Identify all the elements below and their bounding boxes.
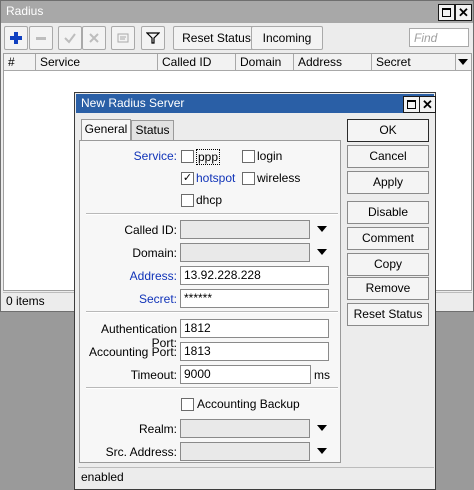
enable-button[interactable]: [58, 26, 82, 50]
close-icon: ✕: [458, 5, 469, 20]
item-count: 0 items: [6, 294, 45, 308]
column-header-secret[interactable]: Secret: [372, 54, 456, 70]
comment-button[interactable]: Comment: [347, 227, 429, 250]
filter-icon: [146, 32, 160, 44]
accounting-port-input[interactable]: 1813: [180, 342, 329, 361]
service-login-checkbox[interactable]: [242, 150, 255, 163]
address-input[interactable]: 13.92.228.228: [180, 266, 329, 285]
column-header-called-id[interactable]: Called ID: [158, 54, 236, 70]
restore-icon: [442, 8, 451, 17]
dialog-status-text: enabled: [81, 470, 124, 484]
service-hotspot-label[interactable]: hotspot: [196, 171, 235, 185]
minus-icon: [36, 37, 46, 40]
service-label: Service:: [133, 149, 177, 163]
plus-icon: [10, 32, 22, 44]
column-header-address[interactable]: Address: [294, 54, 372, 70]
domain-dropdown-icon[interactable]: [317, 249, 327, 255]
accounting-backup-checkbox[interactable]: [181, 398, 194, 411]
dialog-close-button[interactable]: ✕: [419, 96, 436, 113]
service-dhcp-label[interactable]: dhcp: [196, 193, 222, 207]
check-icon: [64, 33, 76, 44]
ok-button[interactable]: OK: [347, 119, 429, 142]
tab-general[interactable]: General: [81, 119, 131, 141]
src-address-dropdown-icon[interactable]: [317, 448, 327, 454]
remove-button[interactable]: [29, 26, 53, 50]
close-icon: ✕: [422, 97, 433, 112]
disable-button[interactable]: [82, 26, 106, 50]
service-hotspot-checkbox[interactable]: ✓: [181, 172, 194, 185]
reset-status-button[interactable]: Reset Status: [347, 303, 429, 326]
service-ppp-label[interactable]: ppp: [196, 149, 221, 165]
column-chooser[interactable]: [456, 54, 473, 70]
tab-status[interactable]: Status: [131, 120, 174, 141]
copy-button[interactable]: Copy: [347, 253, 429, 276]
domain-input[interactable]: [180, 243, 310, 262]
accounting-port-label: Accounting Port:: [88, 345, 177, 359]
table-header: # Service Called ID Domain Address Secre…: [4, 54, 471, 71]
authentication-port-input[interactable]: 1812: [180, 319, 329, 338]
service-login-label[interactable]: login: [257, 149, 282, 163]
src-address-input[interactable]: [180, 442, 310, 461]
accounting-backup-label[interactable]: Accounting Backup: [197, 397, 300, 411]
timeout-label: Timeout:: [130, 368, 177, 382]
close-button[interactable]: ✕: [455, 4, 472, 21]
src-address-label: Src. Address:: [105, 445, 177, 459]
called-id-dropdown-icon[interactable]: [317, 226, 327, 232]
dialog-title-bar[interactable]: New Radius Server ✕: [76, 94, 436, 113]
incoming-button[interactable]: Incoming: [251, 26, 323, 50]
x-icon: [89, 33, 99, 43]
realm-dropdown-icon[interactable]: [317, 425, 327, 431]
reset-status-button[interactable]: Reset Status: [173, 26, 260, 50]
secret-input[interactable]: ******: [180, 289, 329, 308]
called-id-label: Called ID:: [124, 223, 177, 237]
column-header-number[interactable]: #: [4, 54, 36, 70]
domain-label: Domain:: [132, 246, 177, 260]
realm-input[interactable]: [180, 419, 310, 438]
divider: [86, 387, 338, 389]
comment-button[interactable]: [111, 26, 135, 50]
add-button[interactable]: [4, 26, 28, 50]
address-label: Address:: [129, 269, 177, 283]
divider: [86, 213, 338, 215]
disable-button[interactable]: Disable: [347, 201, 429, 224]
chevron-down-icon: [458, 59, 468, 65]
service-wireless-checkbox[interactable]: [242, 172, 255, 185]
realm-label: Realm:: [138, 422, 177, 436]
dialog-title: New Radius Server: [81, 96, 185, 110]
timeout-unit: ms: [314, 368, 330, 382]
restore-button[interactable]: [438, 4, 455, 21]
dialog-status-bar: enabled: [78, 467, 434, 487]
apply-button[interactable]: Apply: [347, 171, 429, 194]
window-title: Radius: [6, 4, 44, 18]
cancel-button[interactable]: Cancel: [347, 145, 429, 168]
service-ppp-checkbox[interactable]: [181, 150, 194, 163]
secret-label: Secret:: [138, 292, 177, 306]
divider: [86, 311, 338, 313]
remove-button[interactable]: Remove: [347, 277, 429, 300]
column-header-service[interactable]: Service: [36, 54, 158, 70]
filter-button[interactable]: [141, 26, 165, 50]
column-header-domain[interactable]: Domain: [236, 54, 294, 70]
service-wireless-label[interactable]: wireless: [257, 171, 300, 185]
window-title-bar[interactable]: Radius ✕: [1, 1, 473, 23]
restore-icon: [407, 100, 416, 109]
called-id-input[interactable]: [180, 220, 310, 239]
timeout-input[interactable]: 9000: [180, 365, 311, 384]
note-icon: [117, 33, 129, 43]
find-input[interactable]: Find: [409, 28, 469, 47]
dialog-restore-button[interactable]: [403, 96, 420, 113]
service-dhcp-checkbox[interactable]: [181, 194, 194, 207]
